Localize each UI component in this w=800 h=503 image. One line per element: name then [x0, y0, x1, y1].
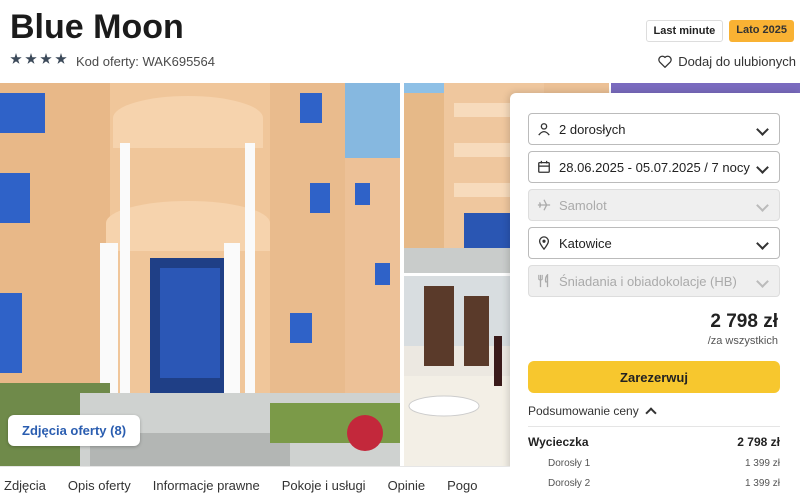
board-select: Śniadania i obiadokolacje (HB) [528, 265, 780, 297]
person-icon [538, 123, 550, 136]
star-icon [55, 53, 67, 64]
dates-value: 28.06.2025 - 05.07.2025 / 7 nocy [559, 159, 750, 175]
season-tag: Lato 2025 [729, 20, 794, 42]
summary-total-row: Wycieczka 2 798 zł [528, 435, 780, 449]
travelers-select[interactable]: 2 dorosłych [528, 113, 780, 145]
tab-rooms-services[interactable]: Pokoje i usługi [271, 478, 377, 493]
star-icon [10, 53, 22, 64]
offer-code: Kod oferty: WAK695564 [76, 54, 215, 69]
chevron-down-icon [756, 161, 769, 174]
summary-label: Wycieczka [528, 435, 589, 449]
chevron-down-icon [756, 275, 769, 288]
booking-panel: 2 dorosłych 28.06.2025 - 05.07.2025 / 7 … [510, 93, 800, 503]
summary-row-value: 1 399 zł [744, 458, 780, 469]
travelers-value: 2 dorosłych [559, 121, 626, 137]
transport-select: Samolot [528, 189, 780, 221]
summary-row: Dorosły 1 1 399 zł [528, 458, 780, 469]
summary-row-label: Dorosły 1 [548, 458, 591, 469]
hotel-main-photo[interactable] [0, 83, 400, 466]
transport-value: Samolot [559, 197, 607, 213]
star-icon [25, 53, 37, 64]
chevron-up-icon [645, 407, 657, 419]
tab-legal-info[interactable]: Informacje prawne [142, 478, 271, 493]
total-price: 2 798 zł [710, 311, 778, 332]
divider [528, 426, 780, 427]
summary-row-label: Dorosły 2 [548, 478, 591, 489]
departure-select[interactable]: Katowice [528, 227, 780, 259]
price-summary-label: Podsumowanie ceny [528, 404, 639, 418]
star-icon [40, 53, 52, 64]
tab-weather[interactable]: Pogo [436, 478, 488, 493]
price-summary-toggle[interactable]: Podsumowanie ceny [528, 404, 657, 419]
cutlery-icon [538, 274, 549, 288]
calendar-icon [538, 160, 550, 173]
dates-select[interactable]: 28.06.2025 - 05.07.2025 / 7 nocy [528, 151, 780, 183]
departure-value: Katowice [559, 235, 612, 251]
offer-page: Blue Moon Kod oferty: WAK695564 Last min… [0, 0, 800, 503]
heart-icon [658, 55, 672, 68]
tab-reviews[interactable]: Opinie [377, 478, 437, 493]
add-to-favorites-button[interactable]: Dodaj do ulubionych [658, 54, 796, 69]
plane-icon [537, 199, 551, 211]
last-minute-tag: Last minute [645, 20, 724, 42]
board-value: Śniadania i obiadokolacje (HB) [559, 273, 737, 289]
price-note: /za wszystkich [707, 335, 778, 347]
star-rating [10, 53, 67, 65]
offer-tabs: Zdjęcia Opis oferty Informacje prawne Po… [0, 466, 510, 503]
favorites-label: Dodaj do ulubionych [678, 54, 796, 69]
chevron-down-icon [756, 199, 769, 212]
summary-row: Dorosły 2 1 399 zł [528, 478, 780, 489]
location-pin-icon [538, 236, 550, 250]
tab-photos[interactable]: Zdjęcia [0, 478, 57, 493]
chevron-down-icon [756, 123, 769, 136]
summary-total: 2 798 zł [737, 435, 780, 449]
tab-description[interactable]: Opis oferty [57, 478, 142, 493]
photos-button[interactable]: Zdjęcia oferty (8) [8, 415, 141, 446]
summary-row-value: 1 399 zł [744, 478, 780, 489]
chevron-down-icon [756, 237, 769, 250]
reserve-button[interactable]: Zarezerwuj [528, 361, 780, 393]
offer-tags: Last minute Lato 2025 [645, 20, 794, 42]
hotel-title: Blue Moon [10, 8, 184, 46]
